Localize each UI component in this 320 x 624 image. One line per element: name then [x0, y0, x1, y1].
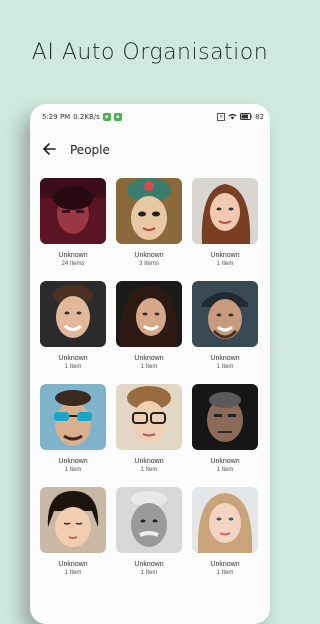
app-bar: People — [30, 130, 270, 170]
person-label: Unknown — [134, 561, 164, 568]
person-count: 1 Item — [64, 364, 82, 370]
phone-frame: 5:29 PM 0.2KB/s ▪ ▪ × 82 People Unknown … — [30, 104, 270, 624]
person-count: 3 Items — [139, 261, 159, 267]
battery-icon — [240, 112, 252, 122]
person-count: 1 Item — [216, 261, 234, 267]
notification-icon: ▪ — [113, 113, 122, 121]
person-label: Unknown — [58, 561, 88, 568]
status-speed: 0.2KB/s — [73, 113, 100, 121]
person-count: 1 Item — [216, 570, 234, 576]
person-label: Unknown — [58, 355, 88, 362]
person-thumbnail — [192, 384, 258, 450]
person-tile[interactable]: Unknown 1 Item — [40, 384, 106, 473]
person-label: Unknown — [210, 252, 240, 259]
person-thumbnail — [192, 281, 258, 347]
person-count: 1 Item — [140, 570, 158, 576]
person-count: 1 Item — [216, 364, 234, 370]
person-tile[interactable]: Unknown 1 Item — [40, 281, 106, 370]
person-thumbnail — [40, 384, 106, 450]
person-count: 1 Item — [216, 467, 234, 473]
person-label: Unknown — [210, 458, 240, 465]
person-thumbnail — [192, 178, 258, 244]
person-label: Unknown — [210, 561, 240, 568]
person-tile[interactable]: Unknown 1 Item — [192, 281, 258, 370]
person-tile[interactable]: Unknown 1 Item — [116, 384, 182, 473]
person-thumbnail — [116, 178, 182, 244]
back-button[interactable] — [40, 141, 58, 159]
battery-level: 82 — [255, 113, 264, 121]
status-bar: 5:29 PM 0.2KB/s ▪ ▪ × 82 — [30, 104, 270, 130]
person-tile[interactable]: Unknown 1 Item — [192, 178, 258, 267]
person-tile[interactable]: Unknown 24 Items — [40, 178, 106, 267]
arrow-left-icon — [42, 142, 56, 159]
person-tile[interactable]: Unknown 3 Items — [116, 178, 182, 267]
person-tile[interactable]: Unknown 1 Item — [116, 281, 182, 370]
person-label: Unknown — [134, 458, 164, 465]
person-label: Unknown — [134, 252, 164, 259]
promo-title: AI Auto Organisation — [31, 40, 269, 65]
person-thumbnail — [116, 487, 182, 553]
person-label: Unknown — [58, 458, 88, 465]
person-tile[interactable]: Unknown 1 Item — [192, 487, 258, 576]
person-label: Unknown — [58, 252, 88, 259]
notification-icon: ▪ — [102, 113, 111, 121]
person-thumbnail — [40, 487, 106, 553]
page-title: People — [70, 143, 110, 157]
person-count: 1 Item — [140, 467, 158, 473]
person-thumbnail — [116, 384, 182, 450]
person-count: 1 Item — [140, 364, 158, 370]
person-tile[interactable]: Unknown 1 Item — [192, 384, 258, 473]
person-thumbnail — [192, 487, 258, 553]
person-tile[interactable]: Unknown 1 Item — [40, 487, 106, 576]
status-time: 5:29 PM — [42, 113, 71, 121]
person-label: Unknown — [134, 355, 164, 362]
person-count: 1 Item — [64, 467, 82, 473]
person-thumbnail — [40, 281, 106, 347]
person-thumbnail — [40, 178, 106, 244]
person-label: Unknown — [210, 355, 240, 362]
person-tile[interactable]: Unknown 1 Item — [116, 487, 182, 576]
wifi-icon — [228, 113, 237, 122]
sim-icon: × — [217, 113, 226, 121]
person-count: 24 Items — [61, 261, 85, 267]
person-count: 1 Item — [64, 570, 82, 576]
person-thumbnail — [116, 281, 182, 347]
people-grid: Unknown 24 Items Unknown 3 Items Unknown… — [30, 170, 270, 576]
